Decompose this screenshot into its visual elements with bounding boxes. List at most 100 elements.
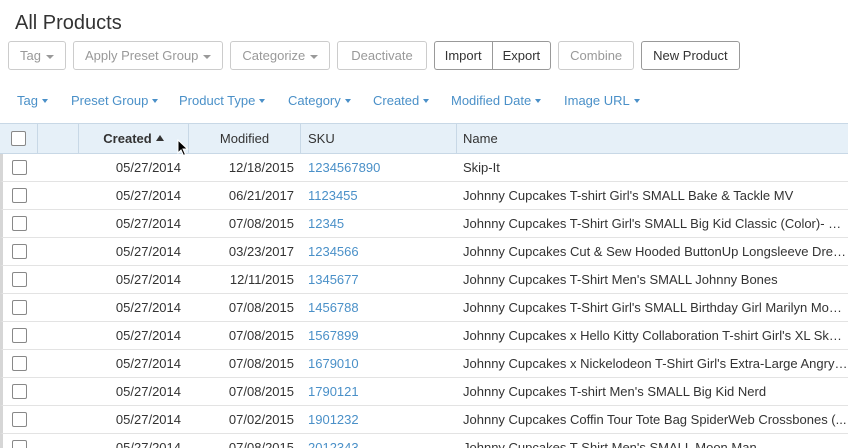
row-blank-cell [38,238,79,265]
table-row[interactable]: 05/27/2014 06/21/2017 1123455 Johnny Cupcak… [0,182,848,210]
row-select-cell [3,154,38,181]
created-cell: 05/27/2014 [115,440,181,448]
column-header-created[interactable]: Created [79,124,189,153]
modified-cell: 07/02/2015 [228,412,294,427]
sku-link[interactable]: 1345677 [301,266,457,293]
row-checkbox[interactable] [12,412,27,427]
tag-button-label: Tag [20,48,41,63]
filter-label: Modified Date [451,93,532,108]
table-row[interactable]: 05/27/2014 07/02/2015 1901232 Johnny Cupcak… [0,406,848,434]
caret-down-icon [259,99,266,103]
apply-preset-group-label: Apply Preset Group [84,48,199,63]
table-row[interactable]: 05/27/2014 03/23/2017 1234566 Johnny Cupcak… [0,238,848,266]
row-select-cell [3,434,38,448]
row-select-cell [3,294,38,321]
tag-dropdown-button[interactable]: Tag [8,41,66,70]
column-header-sku[interactable]: SKU [301,124,457,153]
filter-tag[interactable]: Tag [17,93,71,108]
column-header-label: SKU [308,131,335,146]
sku-link[interactable]: 1123455 [301,182,457,209]
row-blank-cell [38,406,79,433]
caret-down-icon [535,99,542,103]
column-header-modified[interactable]: Modified [189,124,301,153]
row-checkbox[interactable] [12,328,27,343]
categorize-button[interactable]: Categorize [230,41,331,70]
filter-product-type[interactable]: Product Type [179,93,288,108]
modified-cell: 07/08/2015 [228,356,294,371]
row-select-cell [3,350,38,377]
created-cell: 05/27/2014 [115,384,181,399]
sku-link[interactable]: 1901232 [301,406,457,433]
row-checkbox[interactable] [12,300,27,315]
row-checkbox[interactable] [12,384,27,399]
created-cell: 05/27/2014 [115,188,181,203]
table-row[interactable]: 05/27/2014 07/08/2015 1790121 Johnny Cupcak… [0,378,848,406]
column-header-label: Modified [219,131,270,146]
sku-link[interactable]: 2012343 [301,434,457,448]
caret-down-icon [152,99,159,103]
row-checkbox[interactable] [12,356,27,371]
select-all-checkbox[interactable] [11,131,26,146]
table-body: 05/27/2014 12/18/2015 1234567890 Skip-It 05… [0,154,848,448]
filter-category[interactable]: Category [288,93,373,108]
table-row[interactable]: 05/27/2014 07/08/2015 12345 Johnny Cupcakes… [0,210,848,238]
modified-cell: 07/08/2015 [228,328,294,343]
row-blank-cell [38,434,79,448]
filter-created[interactable]: Created [373,93,451,108]
caret-down-icon [344,99,351,103]
row-checkbox[interactable] [12,440,27,448]
caret-down-icon [633,99,640,103]
filter-modified-date[interactable]: Modified Date [451,93,564,108]
row-checkbox[interactable] [12,272,27,287]
table-row[interactable]: 05/27/2014 12/18/2015 1234567890 Skip-It [0,154,848,182]
row-blank-cell [38,294,79,321]
table-row[interactable]: 05/27/2014 12/11/2015 1345677 Johnny Cupcak… [0,266,848,294]
row-select-cell [3,322,38,349]
table-row[interactable]: 05/27/2014 07/08/2015 2012343 Johnny Cupcak… [0,434,848,448]
table-row[interactable]: 05/27/2014 07/08/2015 1567899 Johnny Cupcak… [0,322,848,350]
name-cell: Johnny Cupcakes T-shirt Men's SMALL Big … [463,384,767,399]
modified-cell: 07/08/2015 [228,300,294,315]
sku-link[interactable]: 12345 [301,210,457,237]
apply-preset-group-button[interactable]: Apply Preset Group [72,41,224,70]
new-product-button[interactable]: New Product [641,41,740,70]
row-select-cell [3,406,38,433]
table-row[interactable]: 05/27/2014 07/08/2015 1679010 Johnny Cupcak… [0,350,848,378]
name-cell: Johnny Cupcakes T-Shirt Girl's SMALL Big… [463,216,848,231]
page-title: All Products [15,12,122,34]
modified-cell: 07/08/2015 [228,440,294,448]
row-checkbox[interactable] [12,244,27,259]
filter-image-url[interactable]: Image URL [564,93,640,108]
column-header-name[interactable]: Name [457,124,848,153]
sku-link[interactable]: 1567899 [301,322,457,349]
row-select-cell [3,266,38,293]
column-header-label: Created [103,131,152,146]
import-button[interactable]: Import [433,41,492,70]
sku-link[interactable]: 1234566 [301,238,457,265]
sku-link[interactable]: 1790121 [301,378,457,405]
combine-button[interactable]: Combine [558,41,635,70]
caret-down-icon [310,54,319,59]
table-header: Created Modified SKU Name [0,123,848,154]
deactivate-button[interactable]: Deactivate [337,41,427,70]
sku-link[interactable]: 1234567890 [301,154,457,181]
filter-label: Image URL [564,93,630,108]
created-cell: 05/27/2014 [115,300,181,315]
name-cell: Johnny Cupcakes x Hello Kitty Collaborat… [463,328,848,343]
sku-link[interactable]: 1679010 [301,350,457,377]
row-blank-cell [38,266,79,293]
caret-down-icon [203,54,212,59]
row-checkbox[interactable] [12,160,27,175]
caret-down-icon [45,54,54,59]
row-blank-cell [38,154,79,181]
table-row[interactable]: 05/27/2014 07/08/2015 1456788 Johnny Cupcak… [0,294,848,322]
created-cell: 05/27/2014 [115,356,181,371]
row-checkbox[interactable] [12,188,27,203]
filter-preset-group[interactable]: Preset Group [71,93,179,108]
export-button[interactable]: Export [491,41,552,70]
categorize-label: Categorize [242,48,306,63]
row-select-cell [3,210,38,237]
sku-link[interactable]: 1456788 [301,294,457,321]
row-blank-cell [38,210,79,237]
row-checkbox[interactable] [12,216,27,231]
